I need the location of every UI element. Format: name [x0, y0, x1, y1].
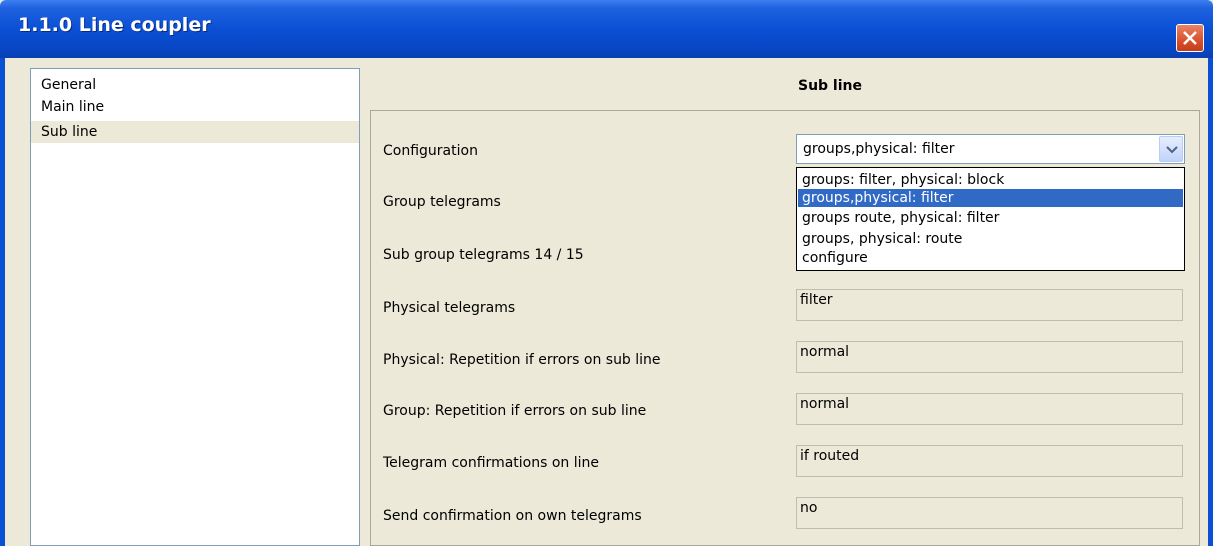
nav-item-main-line[interactable]: Main line — [31, 96, 359, 118]
send-confirmation-field[interactable]: no — [796, 497, 1183, 529]
physical-repetition-field[interactable]: normal — [796, 341, 1183, 373]
dropdown-option[interactable]: configure — [798, 249, 1183, 267]
page-title: Sub line — [797, 78, 862, 94]
chevron-down-icon — [1166, 146, 1178, 154]
send-confirmation-label: Send confirmation on own telegrams — [383, 508, 642, 524]
physical-telegrams-label: Physical telegrams — [383, 300, 516, 316]
nav-item-general[interactable]: General — [31, 74, 359, 96]
parameter-page-list: General Main line Sub line — [30, 68, 360, 546]
window-border-left — [0, 58, 5, 546]
configuration-dropdown-list: groups: filter, physical: block groups,p… — [796, 167, 1185, 271]
dropdown-option[interactable]: groups: filter, physical: block — [798, 171, 1183, 189]
sub-group-telegrams-label: Sub group telegrams 14 / 15 — [383, 247, 584, 263]
window-title: 1.1.0 Line coupler — [18, 14, 211, 36]
telegram-confirmations-field[interactable]: if routed — [796, 445, 1183, 477]
telegram-confirmations-label: Telegram confirmations on line — [383, 455, 599, 471]
physical-telegrams-field[interactable]: filter — [796, 289, 1183, 321]
dropdown-button[interactable] — [1159, 136, 1183, 162]
window-border-right — [1208, 58, 1213, 546]
dropdown-option[interactable]: groups, physical: route — [798, 230, 1183, 248]
configuration-value: groups,physical: filter — [803, 141, 955, 157]
group-repetition-field[interactable]: normal — [796, 393, 1183, 425]
physical-repetition-label: Physical: Repetition if errors on sub li… — [383, 352, 661, 368]
configuration-label: Configuration — [383, 143, 478, 159]
nav-item-sub-line[interactable]: Sub line — [31, 121, 359, 143]
configuration-select[interactable]: groups,physical: filter — [796, 134, 1185, 164]
dropdown-option[interactable]: groups route, physical: filter — [798, 209, 1183, 227]
close-button[interactable] — [1176, 24, 1204, 52]
dropdown-option-highlighted[interactable]: groups,physical: filter — [798, 189, 1183, 207]
title-bar[interactable]: 1.1.0 Line coupler — [0, 0, 1213, 58]
close-icon — [1183, 31, 1197, 45]
group-repetition-label: Group: Repetition if errors on sub line — [383, 403, 647, 419]
group-telegrams-label: Group telegrams — [383, 194, 501, 210]
